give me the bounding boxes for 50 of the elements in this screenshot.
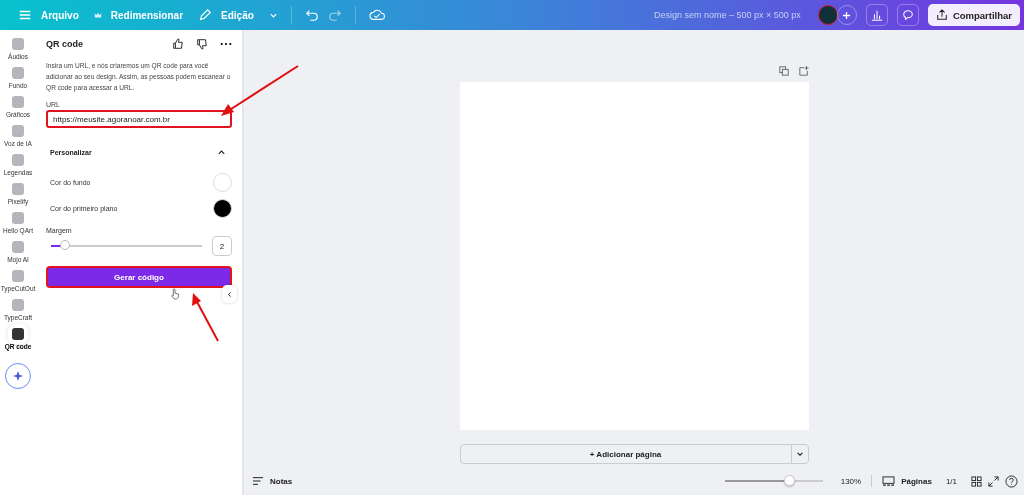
add-page-button[interactable]: + Adicionar página: [460, 445, 792, 463]
generate-button[interactable]: Gerar código: [46, 266, 232, 288]
comments-button[interactable]: [896, 4, 919, 26]
zoom-reading[interactable]: 130%: [840, 476, 862, 486]
design-title[interactable]: Design sem nome – 500 px × 500 px: [654, 10, 801, 20]
page-count: 1/1: [945, 476, 957, 486]
panel-title: QR code: [46, 39, 84, 49]
help-icon[interactable]: [1005, 474, 1018, 488]
pencil-icon: [198, 8, 213, 22]
bar-chart-icon: [870, 9, 883, 21]
notes-icon[interactable]: [252, 476, 264, 486]
speech-bubble-icon: [901, 9, 914, 21]
crown-icon: [93, 11, 102, 19]
pages-button[interactable]: Páginas: [901, 476, 932, 486]
thumbs-down-icon[interactable]: [196, 38, 208, 50]
app-icon: [12, 38, 24, 50]
hand-cursor-icon: [170, 288, 180, 300]
app-icon: [12, 183, 24, 195]
fullscreen-icon[interactable]: [988, 475, 999, 487]
app-icon: [12, 241, 24, 253]
duplicate-icon[interactable]: [778, 66, 789, 76]
app-icon: [12, 67, 24, 79]
plus-icon: [842, 10, 852, 20]
insights-button[interactable]: [865, 4, 888, 26]
app-icon: [12, 299, 24, 311]
app-icon: [12, 96, 24, 108]
upload-icon: [935, 9, 948, 21]
menu-icon[interactable]: [18, 8, 32, 22]
url-input[interactable]: https://meusite.agoranoar.com.br: [46, 110, 232, 128]
color-swatch[interactable]: [213, 172, 232, 192]
cloud-check-icon[interactable]: [368, 8, 385, 22]
pages-icon[interactable]: [882, 475, 896, 487]
annotation-arrow: [191, 292, 219, 342]
thumbs-up-icon[interactable]: [172, 38, 184, 50]
notes-button[interactable]: Notas: [270, 476, 293, 486]
collapse-panel-button[interactable]: [222, 285, 237, 303]
more-icon[interactable]: [220, 42, 232, 46]
app-icon: [12, 154, 24, 166]
margin-value-field[interactable]: 2: [212, 236, 232, 256]
grid-icon[interactable]: [971, 475, 982, 487]
sparkle-icon: [12, 370, 24, 382]
chevron-left-icon: [226, 290, 233, 298]
undo-icon[interactable]: [304, 8, 319, 22]
app-icon: [12, 125, 24, 137]
chevron-down-icon: [795, 450, 804, 458]
app-icon: [12, 270, 24, 282]
add-page-icon[interactable]: [798, 66, 809, 76]
color-swatch[interactable]: [213, 198, 232, 218]
share-button[interactable]: Compartilhar: [927, 4, 1020, 26]
app-icon: [12, 212, 24, 224]
